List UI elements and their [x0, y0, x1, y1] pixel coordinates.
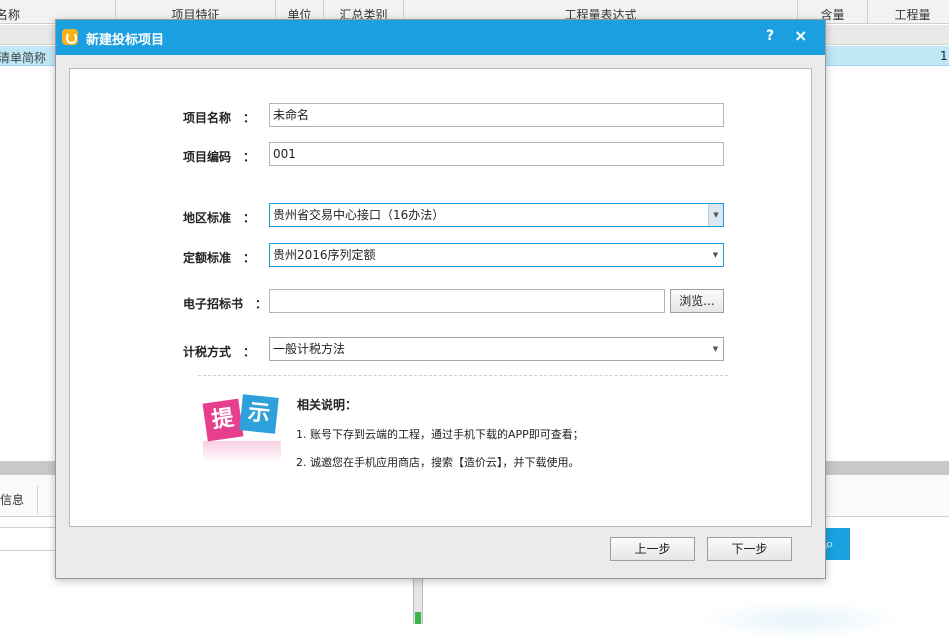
form-panel: 项目名称 ： 未命名 项目编码 ： 001 地区标准 ： 贵州省交易中心接口（1…: [69, 68, 812, 527]
project-name-label: 项目名称: [183, 111, 232, 125]
quota-standard-label: 定额标准: [183, 251, 232, 265]
divider: [198, 375, 728, 376]
next-step-button[interactable]: 下一步: [707, 537, 792, 561]
tip-reflection: [203, 441, 281, 463]
colon: ：: [243, 251, 256, 265]
note-line-2: 2. 诚邀您在手机应用商店，搜索【造价云】，并下载使用。: [296, 456, 580, 469]
close-button[interactable]: ×: [794, 26, 807, 45]
chevron-down-icon[interactable]: ▼: [708, 338, 723, 360]
e-tender-label: 电子招标书: [183, 297, 244, 311]
help-button[interactable]: ?: [766, 28, 774, 44]
notes-title: 相关说明：: [297, 398, 358, 412]
scroll-indicator: [415, 612, 421, 624]
app-logo-icon: [62, 29, 78, 45]
dialog-titlebar[interactable]: 新建投标项目 ? ×: [56, 20, 825, 55]
colon: ：: [243, 211, 256, 225]
project-name-input[interactable]: 未命名: [269, 103, 724, 127]
note-line-1: 1. 账号下存到云端的工程，通过手机下载的APP即可查看；: [296, 428, 584, 441]
new-bid-project-dialog: 新建投标项目 ? × 项目名称 ： 未命名 项目编码 ： 001 地区标准 ： …: [55, 19, 826, 579]
e-tender-input[interactable]: [269, 289, 665, 313]
chevron-down-icon[interactable]: ▼: [708, 204, 723, 226]
row-text: 清单简称: [0, 51, 47, 65]
dialog-title: 新建投标项目: [86, 33, 165, 48]
tax-method-select[interactable]: 一般计税方法 ▼: [269, 337, 724, 361]
prev-step-button[interactable]: 上一步: [610, 537, 695, 561]
chevron-down-icon[interactable]: ▼: [708, 244, 723, 266]
tab-info[interactable]: 信息: [0, 486, 38, 514]
colon: ：: [255, 297, 268, 311]
quota-standard-value: 贵州2016序列定额: [273, 248, 376, 262]
region-standard-label: 地区标准: [183, 211, 232, 225]
browse-button[interactable]: 浏览...: [670, 289, 724, 313]
bottom-input[interactable]: [0, 527, 60, 551]
background-glow: [700, 600, 900, 640]
region-standard-select[interactable]: 贵州省交易中心接口（16办法） ▼: [269, 203, 724, 227]
colon: ：: [243, 345, 256, 359]
col-quantity[interactable]: 工程量: [868, 0, 949, 24]
tax-method-value: 一般计税方法: [273, 342, 346, 356]
project-code-label: 项目编码: [183, 150, 232, 164]
colon: ：: [243, 150, 256, 164]
tax-method-label: 计税方式: [183, 345, 232, 359]
search-icon: ⌕: [825, 534, 834, 553]
row-value: 1: [940, 49, 948, 63]
tip-card-icon: 提: [202, 398, 244, 442]
region-standard-value: 贵州省交易中心接口（16办法）: [273, 208, 445, 222]
tip-card-icon: 示: [239, 394, 279, 434]
project-code-input[interactable]: 001: [269, 142, 724, 166]
quota-standard-select[interactable]: 贵州2016序列定额 ▼: [269, 243, 724, 267]
colon: ：: [243, 111, 256, 125]
